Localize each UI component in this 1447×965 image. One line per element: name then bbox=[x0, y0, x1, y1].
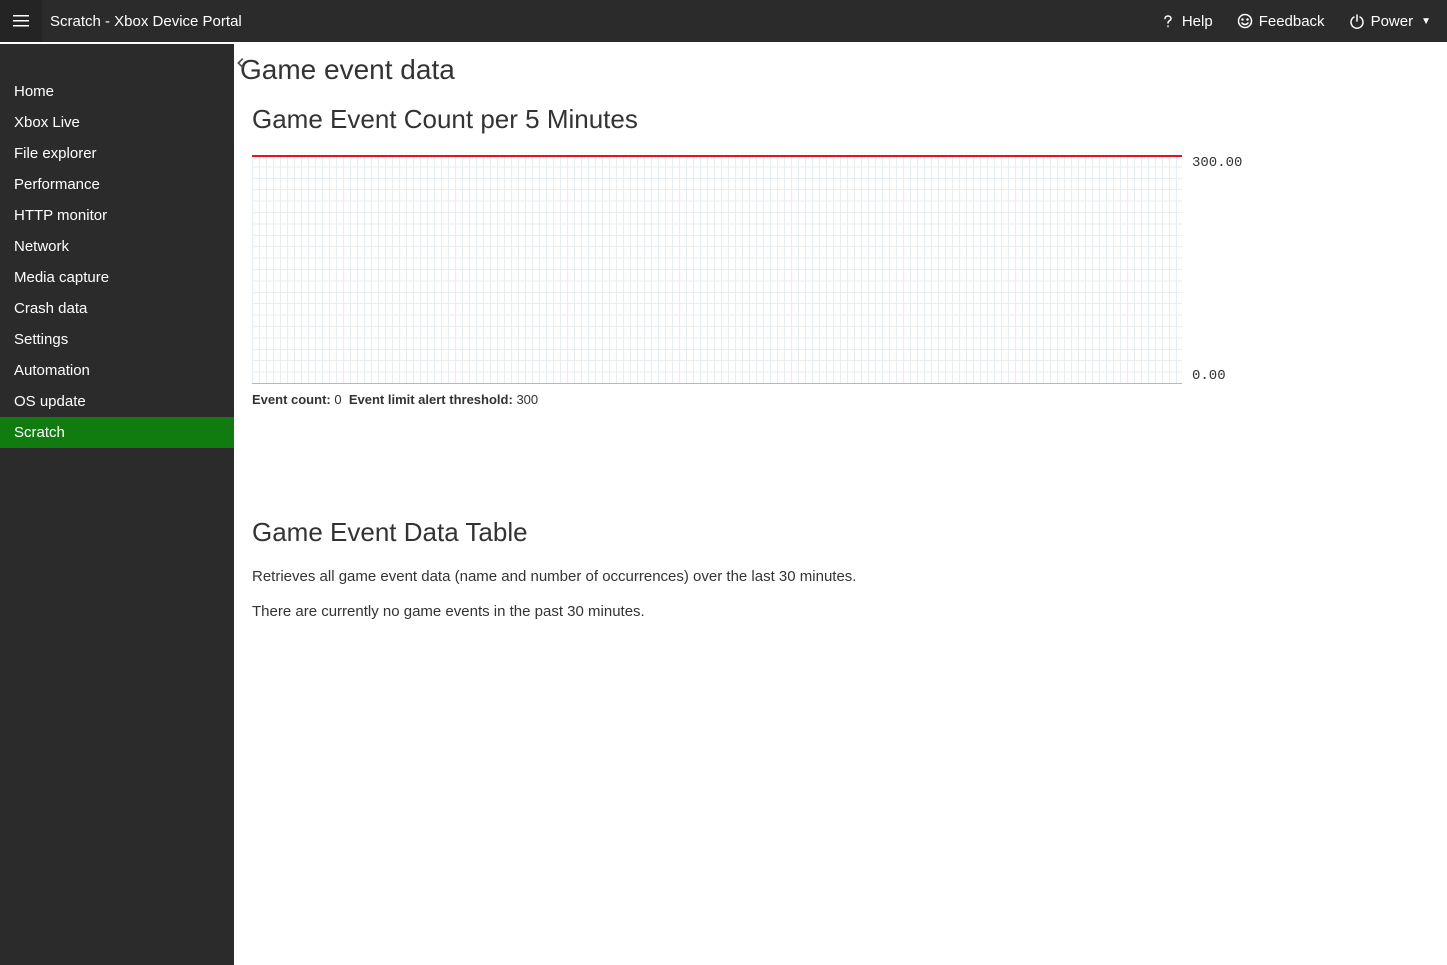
sidebar: Home Xbox Live File explorer Performance… bbox=[0, 44, 234, 965]
power-icon bbox=[1349, 13, 1365, 29]
hamburger-icon bbox=[13, 13, 29, 29]
main-layout: Home Xbox Live File explorer Performance… bbox=[0, 42, 1447, 965]
sidebar-item-scratch[interactable]: Scratch bbox=[0, 417, 234, 448]
power-menu[interactable]: Power ▼ bbox=[1349, 13, 1431, 30]
event-count-label: Event count: bbox=[252, 392, 331, 407]
chart-container: 300.00 0.00 bbox=[252, 155, 1427, 384]
event-count-value: 0 bbox=[334, 392, 341, 407]
chevron-down-icon: ▼ bbox=[1421, 16, 1431, 27]
table-empty-message: There are currently no game events in th… bbox=[252, 603, 1427, 620]
page-title: Game event data bbox=[240, 54, 1427, 86]
y-axis-max-label: 300.00 bbox=[1192, 155, 1242, 171]
sidebar-item-http-monitor[interactable]: HTTP monitor bbox=[0, 200, 234, 231]
feedback-link[interactable]: Feedback bbox=[1237, 13, 1325, 30]
sidebar-collapse-button[interactable] bbox=[234, 56, 248, 75]
menu-toggle-button[interactable] bbox=[0, 0, 42, 42]
table-section-title: Game Event Data Table bbox=[252, 517, 1427, 548]
chart-grid bbox=[252, 155, 1182, 383]
top-bar: Scratch - Xbox Device Portal Help Feedba… bbox=[0, 0, 1447, 42]
table-section: Game Event Data Table Retrieves all game… bbox=[240, 517, 1427, 620]
chart-section: Game Event Count per 5 Minutes 300.00 0.… bbox=[240, 104, 1427, 407]
help-link[interactable]: Help bbox=[1160, 13, 1213, 30]
chart-plot-area bbox=[252, 155, 1182, 384]
chart-section-title: Game Event Count per 5 Minutes bbox=[252, 104, 1427, 135]
threshold-line bbox=[252, 155, 1182, 157]
content-area[interactable]: Game event data Game Event Count per 5 M… bbox=[234, 44, 1447, 965]
sidebar-item-network[interactable]: Network bbox=[0, 231, 234, 262]
sidebar-item-home[interactable]: Home bbox=[0, 76, 234, 107]
help-label: Help bbox=[1182, 13, 1213, 30]
chevron-left-icon bbox=[234, 56, 248, 70]
power-label: Power bbox=[1371, 13, 1414, 30]
sidebar-item-file-explorer[interactable]: File explorer bbox=[0, 138, 234, 169]
sidebar-item-performance[interactable]: Performance bbox=[0, 169, 234, 200]
topbar-actions: Help Feedback Power ▼ bbox=[1160, 13, 1447, 30]
spacer bbox=[240, 407, 1427, 517]
y-axis-min-label: 0.00 bbox=[1192, 368, 1226, 384]
sidebar-item-crash-data[interactable]: Crash data bbox=[0, 293, 234, 324]
sidebar-item-automation[interactable]: Automation bbox=[0, 355, 234, 386]
sidebar-item-os-update[interactable]: OS update bbox=[0, 386, 234, 417]
sidebar-item-settings[interactable]: Settings bbox=[0, 324, 234, 355]
threshold-value: 300 bbox=[516, 392, 538, 407]
smiley-icon bbox=[1237, 13, 1253, 29]
threshold-label: Event limit alert threshold: bbox=[349, 392, 513, 407]
sidebar-item-media-capture[interactable]: Media capture bbox=[0, 262, 234, 293]
feedback-label: Feedback bbox=[1259, 13, 1325, 30]
question-icon bbox=[1160, 13, 1176, 29]
table-description: Retrieves all game event data (name and … bbox=[252, 568, 1427, 585]
app-title: Scratch - Xbox Device Portal bbox=[50, 13, 242, 30]
nav-list: Home Xbox Live File explorer Performance… bbox=[0, 44, 234, 448]
chart-footer: Event count: 0 Event limit alert thresho… bbox=[252, 392, 1427, 407]
sidebar-item-xbox-live[interactable]: Xbox Live bbox=[0, 107, 234, 138]
